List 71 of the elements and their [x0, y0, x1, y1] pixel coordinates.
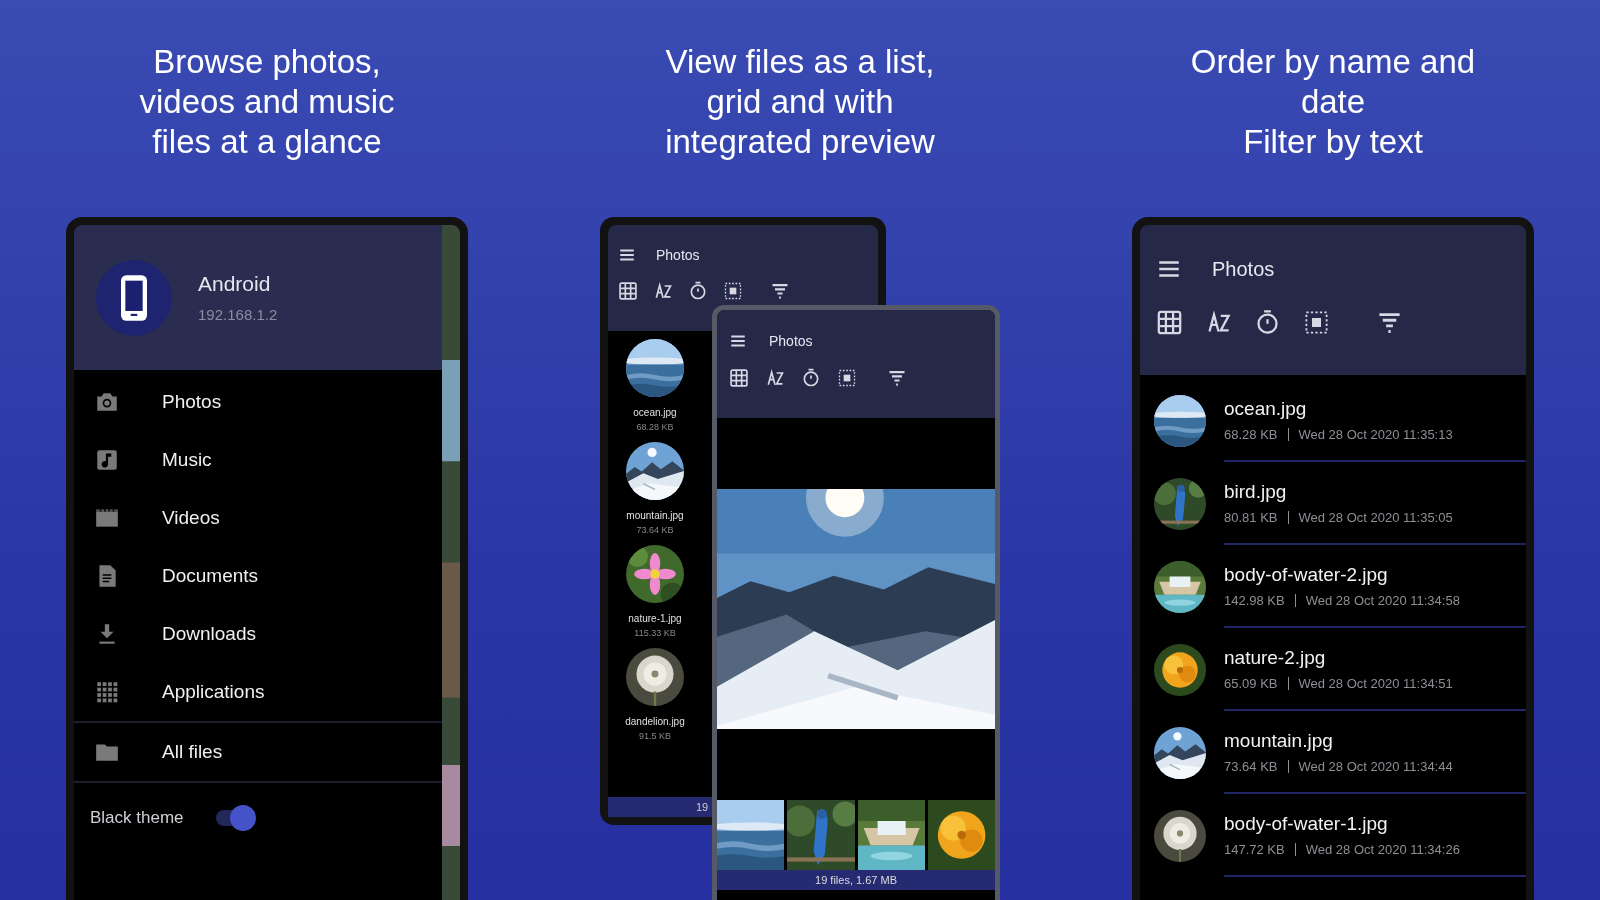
drawer-item[interactable]: Downloads — [74, 605, 442, 663]
music-note-icon — [94, 447, 120, 473]
file-size: 142.98 KB — [1224, 592, 1285, 608]
file-size: 73.64 KB — [636, 525, 674, 535]
device-name: Android — [198, 272, 272, 296]
caption: Order by name and date Filter by text — [1190, 42, 1476, 162]
drawer-item[interactable]: Applications — [74, 663, 442, 721]
file-name: ocean.jpg — [633, 407, 677, 418]
file-name: nature-2.jpg — [1224, 646, 1327, 669]
app-title: Photos — [656, 247, 700, 263]
file-name: body-of-water-1.jpg — [1224, 812, 1389, 835]
app-title: Photos — [769, 333, 813, 349]
file-date: Wed 28 Oct 2020 11:34:58 — [1305, 592, 1460, 608]
file-name: mountain.jpg — [1224, 729, 1334, 752]
file-name: mountain.jpg — [626, 510, 684, 521]
app-title: Photos — [1212, 257, 1275, 281]
setting-label: Black theme — [90, 808, 184, 828]
caption: View files as a list, grid and with integrated preview — [665, 42, 935, 162]
select-all-icon[interactable] — [1303, 309, 1330, 336]
sort-icon[interactable] — [653, 281, 673, 301]
drawer-item[interactable]: All files — [74, 723, 442, 781]
select-all-icon[interactable] — [723, 281, 743, 301]
file-date: Wed 28 Oct 2020 11:34:26 — [1305, 841, 1460, 857]
file-date: Wed 28 Oct 2020 11:35:13 — [1298, 426, 1453, 442]
file-summary: 19 files, 1.67 MB — [815, 874, 897, 886]
timer-icon[interactable] — [1254, 309, 1281, 336]
file-size: 68.28 KB — [1224, 426, 1278, 442]
file-size: 73.64 KB — [1224, 758, 1278, 774]
file-row[interactable]: body-of-water-1.jpg 147.72 KB Wed 28 Oct 2020 11:34:26 — [1140, 794, 1526, 877]
filter-icon[interactable] — [770, 281, 790, 301]
drawer-item[interactable]: Documents — [74, 547, 442, 605]
grid-dots-icon — [94, 679, 120, 705]
separator — [1287, 676, 1289, 690]
file-row[interactable]: mountain.jpg 73.64 KB Wed 28 Oct 2020 11:34:44 — [1140, 711, 1526, 794]
file-size: 147.72 KB — [1224, 841, 1285, 857]
timer-icon[interactable] — [801, 368, 821, 388]
separator — [1294, 593, 1296, 607]
grid-view-icon[interactable] — [1156, 309, 1183, 336]
file-row[interactable]: nature-2.jpg 65.09 KB Wed 28 Oct 2020 11:34:51 — [1140, 628, 1526, 711]
file-row[interactable]: ocean.jpg 68.28 KB Wed 28 Oct 2020 11:35:13 — [1140, 379, 1526, 462]
file-size: 115.33 KB — [634, 628, 676, 638]
file-count: 19 — [696, 801, 709, 813]
file-name: body-of-water-2.jpg — [1224, 563, 1389, 586]
separator — [1294, 842, 1296, 856]
caption: Browse photos, videos and music files at a glance — [139, 42, 395, 162]
drawer-item[interactable]: Photos — [74, 373, 442, 431]
filter-icon[interactable] — [887, 368, 907, 388]
drawer-item[interactable]: Music — [74, 431, 442, 489]
file-name: dandelion.jpg — [625, 716, 685, 727]
separator — [1287, 510, 1289, 524]
timer-icon[interactable] — [688, 281, 708, 301]
file-row[interactable]: bird.jpg 80.81 KB Wed 28 Oct 2020 11:35:05 — [1140, 462, 1526, 545]
file-size: 65.09 KB — [1224, 675, 1278, 691]
file-date: Wed 28 Oct 2020 11:35:05 — [1298, 509, 1453, 525]
file-size: 91.5 KB — [639, 731, 671, 741]
select-all-icon[interactable] — [837, 368, 857, 388]
file-date: Wed 28 Oct 2020 11:34:44 — [1298, 758, 1453, 774]
file-name: bird.jpg — [1224, 480, 1288, 503]
file-name: ocean.jpg — [1224, 397, 1308, 420]
file-date: Wed 28 Oct 2020 11:34:51 — [1298, 675, 1453, 691]
ip-address: 192.168.1.2 — [198, 306, 278, 323]
file-row[interactable]: body-of-water-2.jpg 142.98 KB Wed 28 Oct 2020 11:34:58 — [1140, 545, 1526, 628]
file-name: nature-1.jpg — [628, 613, 682, 624]
file-size: 80.81 KB — [1224, 509, 1278, 525]
sort-icon[interactable] — [765, 368, 785, 388]
separator — [1287, 427, 1289, 441]
grid-view-icon[interactable] — [618, 281, 638, 301]
drawer-item[interactable]: Videos — [74, 489, 442, 547]
grid-view-icon[interactable] — [729, 368, 749, 388]
separator — [1287, 759, 1289, 773]
file-size: 68.28 KB — [636, 422, 674, 432]
